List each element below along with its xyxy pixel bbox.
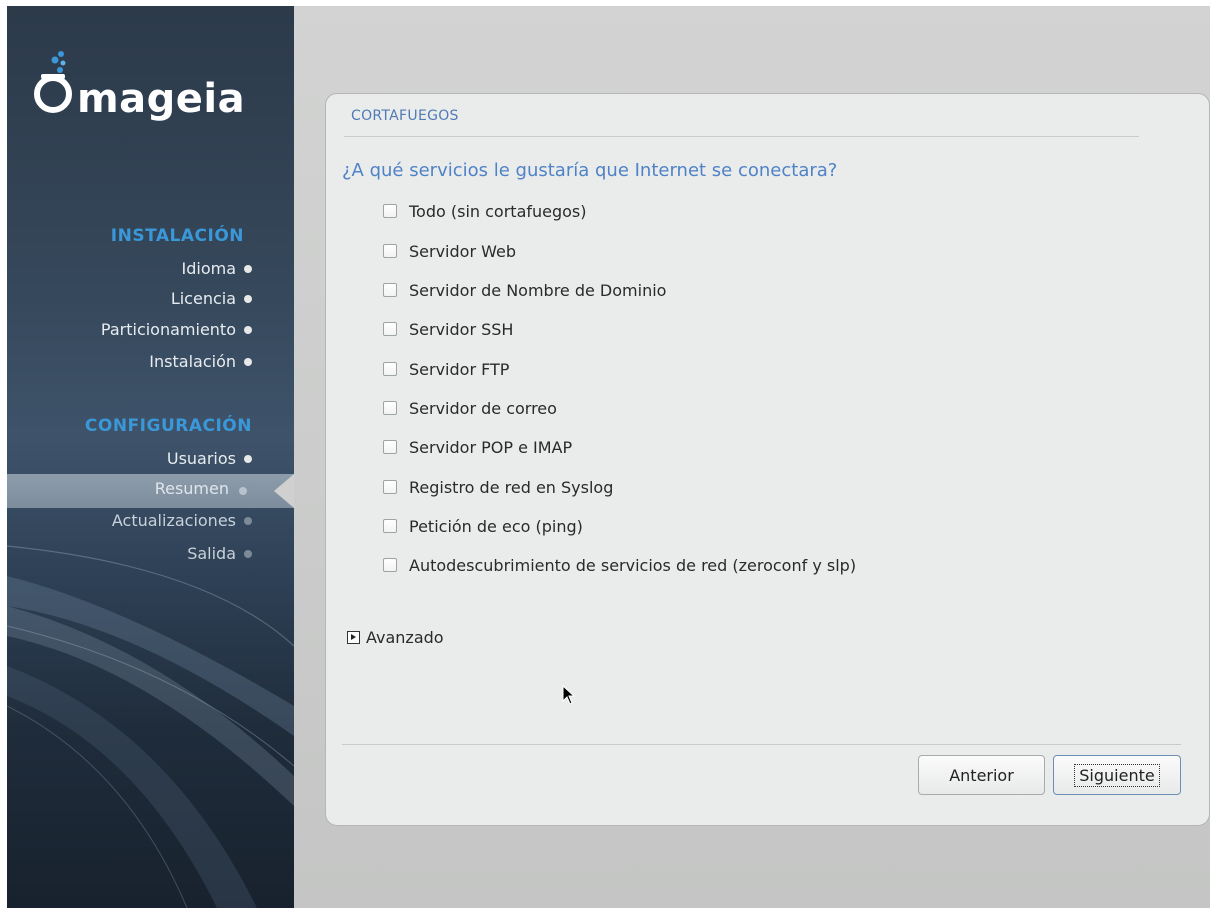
sidebar-item-label: Idioma xyxy=(181,259,237,278)
sidebar-item-label: Salida xyxy=(187,544,236,563)
status-dot-icon xyxy=(239,487,247,495)
sidebar-item-actualizaciones: Actualizaciones xyxy=(112,509,252,533)
checkbox-label[interactable]: Petición de eco (ping) xyxy=(409,517,583,536)
button-divider xyxy=(342,744,1181,745)
mageia-logo-icon xyxy=(34,51,72,113)
title-divider xyxy=(344,136,1139,137)
checkbox[interactable] xyxy=(383,440,397,454)
previous-button[interactable]: Anterior xyxy=(918,755,1045,795)
checkbox-label[interactable]: Todo (sin cortafuegos) xyxy=(409,202,587,221)
checkbox-label[interactable]: Servidor POP e IMAP xyxy=(409,438,572,457)
option-ping[interactable]: Petición de eco (ping) xyxy=(383,514,583,538)
sidebar-item-licencia: Licencia xyxy=(171,287,252,311)
checkbox[interactable] xyxy=(383,283,397,297)
sidebar-item-instalacion: Instalación xyxy=(149,350,252,374)
current-step-pointer xyxy=(274,474,294,508)
checkbox-label[interactable]: Servidor de correo xyxy=(409,399,557,418)
sidebar-item-salida: Salida xyxy=(187,542,252,566)
advanced-label[interactable]: Avanzado xyxy=(366,628,444,647)
checkbox-label[interactable]: Servidor Web xyxy=(409,242,516,261)
checkbox-label[interactable]: Servidor FTP xyxy=(409,360,509,379)
status-dot-icon xyxy=(244,455,252,463)
section-title-installation: INSTALACIÓN xyxy=(110,226,244,246)
panel-title: CORTAFUEGOS xyxy=(351,108,459,124)
checkbox[interactable] xyxy=(383,204,397,218)
sidebar-item-label: Licencia xyxy=(170,289,236,308)
sidebar-item-label: Resumen xyxy=(154,479,229,498)
next-button[interactable]: Siguiente xyxy=(1053,755,1181,795)
sidebar-item-label: Particionamiento xyxy=(100,320,236,339)
status-dot-icon xyxy=(244,295,252,303)
sidebar-item-label: Actualizaciones xyxy=(111,511,236,530)
option-zeroconf[interactable]: Autodescubrimiento de servicios de red (… xyxy=(383,553,856,577)
checkbox-label[interactable]: Servidor SSH xyxy=(409,320,513,339)
checkbox[interactable] xyxy=(383,401,397,415)
status-dot-icon xyxy=(244,550,252,558)
option-ssh-server[interactable]: Servidor SSH xyxy=(383,317,513,341)
section-title-configuration: CONFIGURACIÓN xyxy=(84,416,252,436)
sidebar-item-particionamiento: Particionamiento xyxy=(101,318,252,342)
checkbox[interactable] xyxy=(383,362,397,376)
expander-arrow-icon[interactable] xyxy=(347,631,360,644)
question-heading: ¿A qué servicios le gustaría que Interne… xyxy=(342,160,838,181)
sidebar-item-usuarios: Usuarios xyxy=(167,447,252,471)
advanced-expander[interactable]: Avanzado xyxy=(347,628,444,647)
checkbox-label[interactable]: Registro de red en Syslog xyxy=(409,478,613,497)
status-dot-icon xyxy=(244,326,252,334)
brand-name: mageia xyxy=(77,76,246,122)
checkbox[interactable] xyxy=(383,519,397,533)
checkbox-label[interactable]: Autodescubrimiento de servicios de red (… xyxy=(409,556,856,575)
option-dns-server[interactable]: Servidor de Nombre de Dominio xyxy=(383,278,666,302)
option-ftp-server[interactable]: Servidor FTP xyxy=(383,357,509,381)
checkbox[interactable] xyxy=(383,322,397,336)
mageia-logo: mageia xyxy=(27,46,287,126)
option-syslog[interactable]: Registro de red en Syslog xyxy=(383,475,613,499)
firewall-panel: CORTAFUEGOS ¿A qué servicios le gustaría… xyxy=(325,93,1210,826)
sidebar-item-resumen: Resumen xyxy=(7,474,294,508)
mouse-pointer-icon xyxy=(562,685,576,705)
option-pop-imap-server[interactable]: Servidor POP e IMAP xyxy=(383,435,572,459)
option-mail-server[interactable]: Servidor de correo xyxy=(383,396,557,420)
checkbox[interactable] xyxy=(383,558,397,572)
sidebar-item-label: Usuarios xyxy=(166,449,236,468)
status-dot-icon xyxy=(244,358,252,366)
status-dot-icon xyxy=(244,517,252,525)
checkbox[interactable] xyxy=(383,244,397,258)
checkbox[interactable] xyxy=(383,480,397,494)
option-web-server[interactable]: Servidor Web xyxy=(383,239,516,263)
checkbox-label[interactable]: Servidor de Nombre de Dominio xyxy=(409,281,666,300)
sidebar-item-idioma: Idioma xyxy=(181,257,252,281)
sidebar-item-label: Instalación xyxy=(149,352,236,371)
status-dot-icon xyxy=(244,265,252,273)
next-button-label: Siguiente xyxy=(1074,763,1160,787)
option-todo[interactable]: Todo (sin cortafuegos) xyxy=(383,199,587,223)
